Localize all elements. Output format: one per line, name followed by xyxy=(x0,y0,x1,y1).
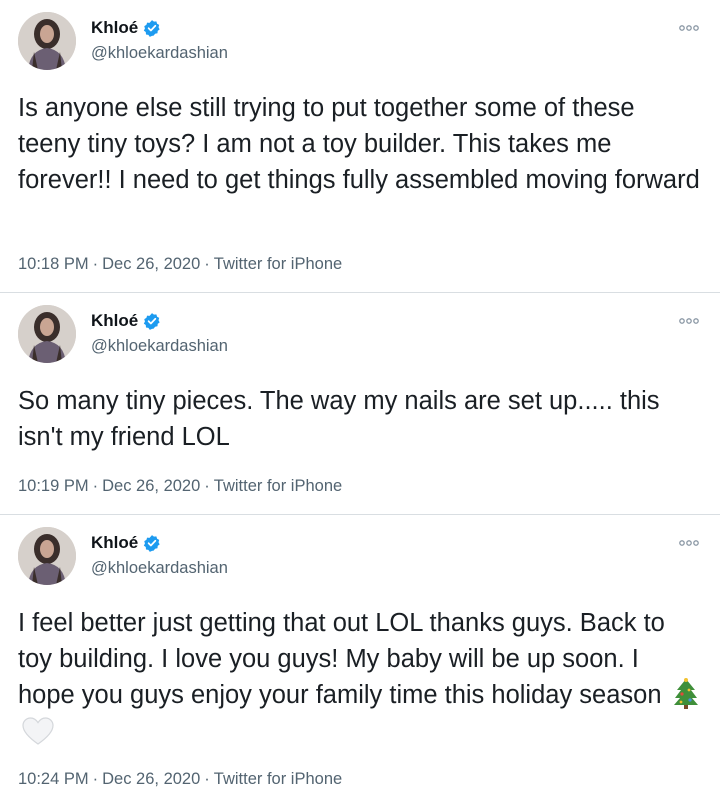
avatar[interactable] xyxy=(18,305,76,363)
tweet[interactable]: Khloé @khloekardashian I feel better jus… xyxy=(0,515,720,808)
author-row: Khloé xyxy=(91,311,161,331)
verified-badge-icon xyxy=(143,312,161,330)
tweet-text: So many tiny pieces. The way my nails ar… xyxy=(18,383,700,455)
meta-separator: · xyxy=(92,255,99,273)
tweet-text-content: I feel better just getting that out LOL … xyxy=(18,609,672,709)
author-handle[interactable]: @khloekardashian xyxy=(91,43,228,63)
tweet-time[interactable]: 10:19 PM xyxy=(18,476,89,496)
author-name[interactable]: Khloé xyxy=(91,311,138,331)
profile-photo-icon xyxy=(18,305,76,363)
tweet-text: I feel better just getting that out LOL … xyxy=(18,605,700,749)
more-options-icon[interactable] xyxy=(678,315,700,327)
tweet-source[interactable]: Twitter for iPhone xyxy=(214,254,342,274)
author-handle[interactable]: @khloekardashian xyxy=(91,336,228,356)
tweet-date[interactable]: Dec 26, 2020 xyxy=(102,769,200,789)
tweet-meta: 10:24 PM · Dec 26, 2020 · Twitter for iP… xyxy=(18,769,342,789)
tweet-text-content: Is anyone else still trying to put toget… xyxy=(18,94,700,194)
profile-photo-icon xyxy=(18,527,76,585)
tweet-source[interactable]: Twitter for iPhone xyxy=(214,476,342,496)
tweet[interactable]: Khloé @khloekardashian So many tiny piec… xyxy=(0,293,720,515)
tweet-date[interactable]: Dec 26, 2020 xyxy=(102,254,200,274)
meta-separator: · xyxy=(92,477,99,495)
verified-badge-icon xyxy=(143,534,161,552)
author-row: Khloé xyxy=(91,18,161,38)
tweet[interactable]: Khloé @khloekardashian Is anyone else st… xyxy=(0,0,720,293)
tweet-meta: 10:18 PM · Dec 26, 2020 · Twitter for iP… xyxy=(18,254,342,274)
tweet-text-content: So many tiny pieces. The way my nails ar… xyxy=(18,387,667,451)
meta-separator: · xyxy=(204,477,210,495)
author-handle[interactable]: @khloekardashian xyxy=(91,558,228,578)
tweet-source[interactable]: Twitter for iPhone xyxy=(214,769,342,789)
meta-separator: · xyxy=(92,770,99,788)
tweet-text: Is anyone else still trying to put toget… xyxy=(18,90,700,198)
tweet-feed: Khloé @khloekardashian Is anyone else st… xyxy=(0,0,720,808)
meta-separator: · xyxy=(204,770,210,788)
author-row: Khloé xyxy=(91,533,161,553)
tweet-date[interactable]: Dec 26, 2020 xyxy=(102,476,200,496)
tweet-meta: 10:19 PM · Dec 26, 2020 · Twitter for iP… xyxy=(18,476,342,496)
author-name[interactable]: Khloé xyxy=(91,18,138,38)
white-heart-icon xyxy=(22,717,54,745)
christmas-tree-icon xyxy=(672,677,700,709)
avatar[interactable] xyxy=(18,12,76,70)
tweet-time[interactable]: 10:18 PM xyxy=(18,254,89,274)
more-options-icon[interactable] xyxy=(678,537,700,549)
profile-photo-icon xyxy=(18,12,76,70)
avatar[interactable] xyxy=(18,527,76,585)
more-options-icon[interactable] xyxy=(678,22,700,34)
author-name[interactable]: Khloé xyxy=(91,533,138,553)
verified-badge-icon xyxy=(143,19,161,37)
meta-separator: · xyxy=(204,255,210,273)
tweet-time[interactable]: 10:24 PM xyxy=(18,769,89,789)
